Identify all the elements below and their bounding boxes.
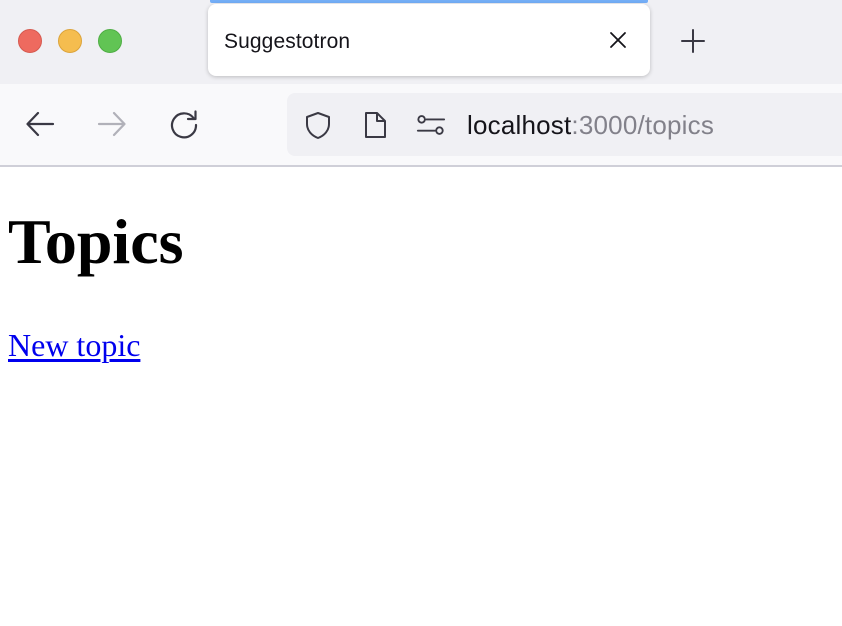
page-icon [365,112,386,138]
window-maximize-button[interactable] [98,29,122,53]
new-tab-button[interactable] [676,24,710,58]
tracking-protection-button[interactable] [303,110,333,140]
url-host: localhost [467,110,572,140]
window-close-button[interactable] [18,29,42,53]
permissions-button[interactable] [416,110,446,140]
url-bar[interactable]: localhost:3000/topics [287,93,842,156]
close-icon [610,32,626,48]
page-title: Topics [8,206,184,277]
navigation-toolbar: localhost:3000/topics [0,84,842,167]
reload-button[interactable] [166,106,202,142]
new-topic-link[interactable]: New topic [8,327,140,364]
arrow-right-icon [97,111,126,137]
tab-strip: Suggestotron [0,0,842,84]
arrow-left-icon [26,111,55,137]
window-minimize-button[interactable] [58,29,82,53]
url-path: :3000/topics [571,110,715,140]
active-tab-indicator [210,0,648,3]
url-text[interactable]: localhost:3000/topics [467,110,714,141]
tab-close-button[interactable] [604,26,632,54]
site-info-button[interactable] [360,110,390,140]
tab-suggestotron[interactable]: Suggestotron [208,4,650,76]
plus-icon [681,29,705,53]
permissions-icon [416,115,446,135]
shield-icon [306,112,330,139]
page-content: Topics New topic [0,167,842,626]
back-button[interactable] [22,106,58,142]
tab-title: Suggestotron [224,30,351,53]
forward-button[interactable] [94,106,130,142]
reload-icon [170,110,198,139]
